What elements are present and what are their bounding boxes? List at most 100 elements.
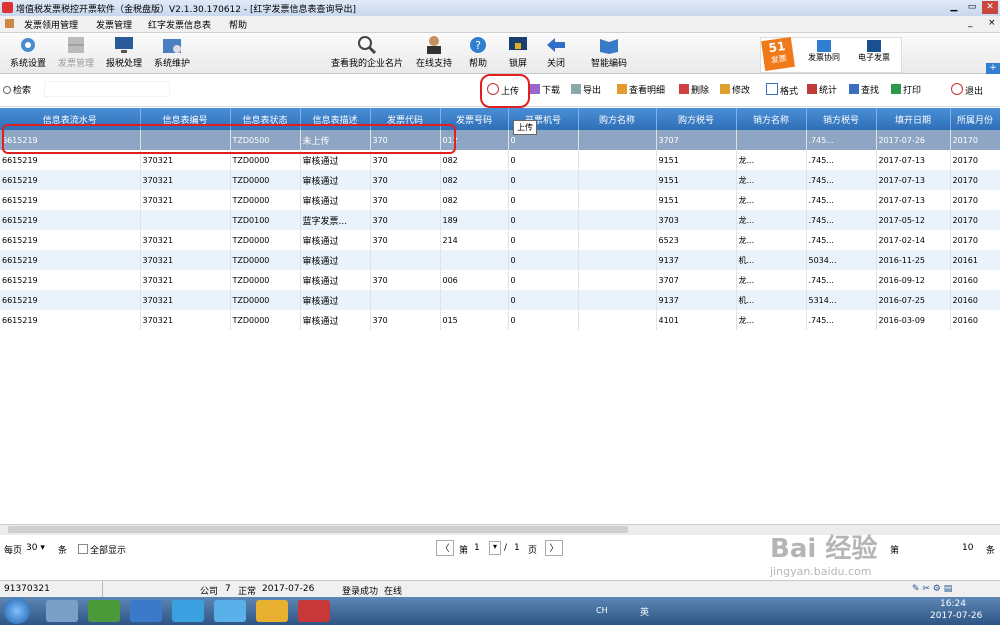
search-input[interactable] — [44, 81, 170, 97]
taskbar-bird-app[interactable] — [130, 600, 162, 622]
record-count: 10 — [962, 543, 974, 553]
taskbar-invoice-app[interactable] — [298, 600, 330, 622]
taskbar: CH 英 16:24 2017-07-26 — [0, 597, 1000, 625]
column-header[interactable]: 填开日期 — [876, 108, 951, 130]
table-cell: 20170 — [950, 170, 1000, 190]
table-cell: 9137 — [656, 290, 737, 310]
taskbar-ie-app[interactable] — [172, 600, 204, 622]
taskbar-users-app[interactable] — [256, 600, 288, 622]
scrollbar-thumb[interactable] — [8, 526, 628, 533]
column-header[interactable]: 购方税号 — [656, 108, 737, 130]
table-cell: 20170 — [950, 230, 1000, 250]
taskbar-lang[interactable]: CH — [596, 606, 608, 615]
taskbar-browser-app[interactable] — [214, 600, 246, 622]
smart-coding-button[interactable]: 智能编码 — [586, 33, 632, 73]
menu-help[interactable]: 帮助 — [229, 18, 247, 31]
table-cell: 9151 — [656, 190, 737, 210]
tray-tool-icons[interactable]: ✎ ✂ ⚙ ▤ — [912, 584, 952, 594]
table-cell: .745... — [806, 150, 877, 170]
company-card-button[interactable]: 查看我的企业名片 — [326, 33, 408, 73]
folder-gear-icon — [163, 39, 181, 53]
system-maintain-button[interactable]: 系统维护 — [150, 33, 194, 73]
column-header[interactable]: 销方税号 — [806, 108, 877, 130]
help-button[interactable]: ? 帮助 — [460, 33, 496, 73]
exit-button[interactable]: 退出 — [951, 83, 983, 97]
svg-text:?: ? — [475, 39, 481, 52]
table-cell: 2017-07-26 — [876, 130, 951, 150]
help-icon: ? — [470, 37, 486, 53]
taskbar-360-app[interactable] — [88, 600, 120, 622]
start-button[interactable] — [4, 598, 30, 624]
invoice-collab-button[interactable]: 发票协同 — [801, 40, 847, 63]
column-header[interactable]: 所属月份 — [950, 108, 1000, 130]
maximize-button[interactable]: ▭ — [964, 1, 980, 14]
table-cell: 3707 — [656, 270, 737, 290]
lock-screen-button[interactable]: 锁屏 — [500, 33, 536, 73]
gear-icon — [21, 38, 35, 52]
table-cell: 龙... — [736, 210, 807, 230]
status-tax-id: 91370321 — [4, 584, 50, 594]
prev-page-button[interactable]: 〈 — [436, 540, 454, 556]
table-cell: 0 — [508, 250, 579, 270]
column-header[interactable]: 购方名称 — [578, 108, 657, 130]
edit-button[interactable]: 修改 — [720, 83, 750, 96]
table-row[interactable]: 6615219 370321 TZD0000 审核通过 0 9137 机... 5314...… — [0, 290, 1000, 310]
minimize-button[interactable]: ▁ — [946, 1, 962, 14]
show-all-checkbox[interactable] — [78, 544, 88, 554]
page-dropdown[interactable]: ▾ — [489, 541, 501, 555]
next-page-button[interactable]: 〉 — [545, 540, 563, 556]
column-header[interactable]: 销方名称 — [736, 108, 807, 130]
download-button[interactable]: 下载 — [530, 83, 560, 96]
upload-button[interactable]: 上传 — [487, 83, 519, 97]
table-row[interactable]: 6615219 370321 TZD0000 审核通过 370 082 0 9151 龙....… — [0, 170, 1000, 190]
table-cell: 2017-07-13 — [876, 170, 951, 190]
delete-button[interactable]: 删除 — [679, 83, 709, 96]
row-highlight-annotation — [2, 124, 456, 154]
menu-icon — [5, 19, 14, 28]
system-settings-button[interactable]: 系统设置 — [6, 33, 50, 73]
menu-invoice-acquire[interactable]: 发票领用管理 — [24, 18, 78, 31]
online-support-button[interactable]: 在线支持 — [412, 33, 456, 73]
close-button[interactable]: 关闭 — [538, 33, 574, 73]
export-button[interactable]: 导出 — [571, 83, 601, 96]
menu-invoice-manage[interactable]: 发票管理 — [96, 18, 132, 31]
upload-tooltip: 上传 — [513, 120, 537, 135]
table-row[interactable]: 6615219 TZD0100 蓝字发票... 370 189 0 3703 龙... .745… — [0, 210, 1000, 230]
monitor-icon — [115, 37, 133, 53]
table-cell — [578, 130, 657, 150]
table-cell: 审核通过 — [300, 190, 371, 210]
view-detail-button[interactable]: 查看明细 — [617, 83, 665, 96]
table-cell: 6615219 — [0, 310, 141, 330]
print-button[interactable]: 打印 — [891, 83, 921, 96]
stats-button[interactable]: 统计 — [807, 83, 837, 96]
table-row[interactable]: 6615219 370321 TZD0000 审核通过 370 015 0 4101 龙....… — [0, 310, 1000, 330]
table-cell: 20161 — [950, 250, 1000, 270]
mdi-close-button[interactable]: × — [988, 18, 996, 28]
app-icon — [2, 2, 13, 13]
e-invoice-button[interactable]: 电子发票 — [851, 40, 897, 63]
taskbar-ime[interactable]: 英 — [640, 605, 649, 618]
table-cell: 0 — [508, 210, 579, 230]
table-cell: 370 — [370, 310, 441, 330]
table-cell: 9137 — [656, 250, 737, 270]
table-row[interactable]: 6615219 370321 TZD0000 审核通过 370 082 0 9151 龙....… — [0, 190, 1000, 210]
invoice-manage-button[interactable]: 发票管理 — [54, 33, 98, 73]
mdi-minimize-button[interactable]: _ — [968, 18, 973, 28]
table-row[interactable]: 6615219 370321 TZD0000 审核通过 0 9137 机... 5034...… — [0, 250, 1000, 270]
find-button[interactable]: 查找 — [849, 83, 879, 96]
status-online: 在线 — [384, 587, 403, 597]
per-page-select[interactable]: 30 ▾ — [26, 543, 45, 553]
promo-51-badge[interactable]: 51 发票 — [761, 37, 795, 71]
table-cell: 0 — [508, 150, 579, 170]
table-row[interactable]: 6615219 370321 TZD0000 审核通过 370 214 0 6523 龙....… — [0, 230, 1000, 250]
table-row[interactable]: 6615219 370321 TZD0000 审核通过 370 006 0 3707 龙....… — [0, 270, 1000, 290]
menu-red-invoice-info[interactable]: 红字发票信息表 — [148, 18, 211, 31]
close-window-button[interactable]: ✕ — [982, 1, 998, 14]
tax-report-button[interactable]: 报税处理 — [102, 33, 146, 73]
table-cell — [578, 270, 657, 290]
format-button[interactable]: 格式 — [766, 83, 798, 97]
table-cell: 6615219 — [0, 210, 141, 230]
taskbar-search-app[interactable] — [46, 600, 78, 622]
table-cell: 6615219 — [0, 170, 141, 190]
table-cell — [578, 210, 657, 230]
